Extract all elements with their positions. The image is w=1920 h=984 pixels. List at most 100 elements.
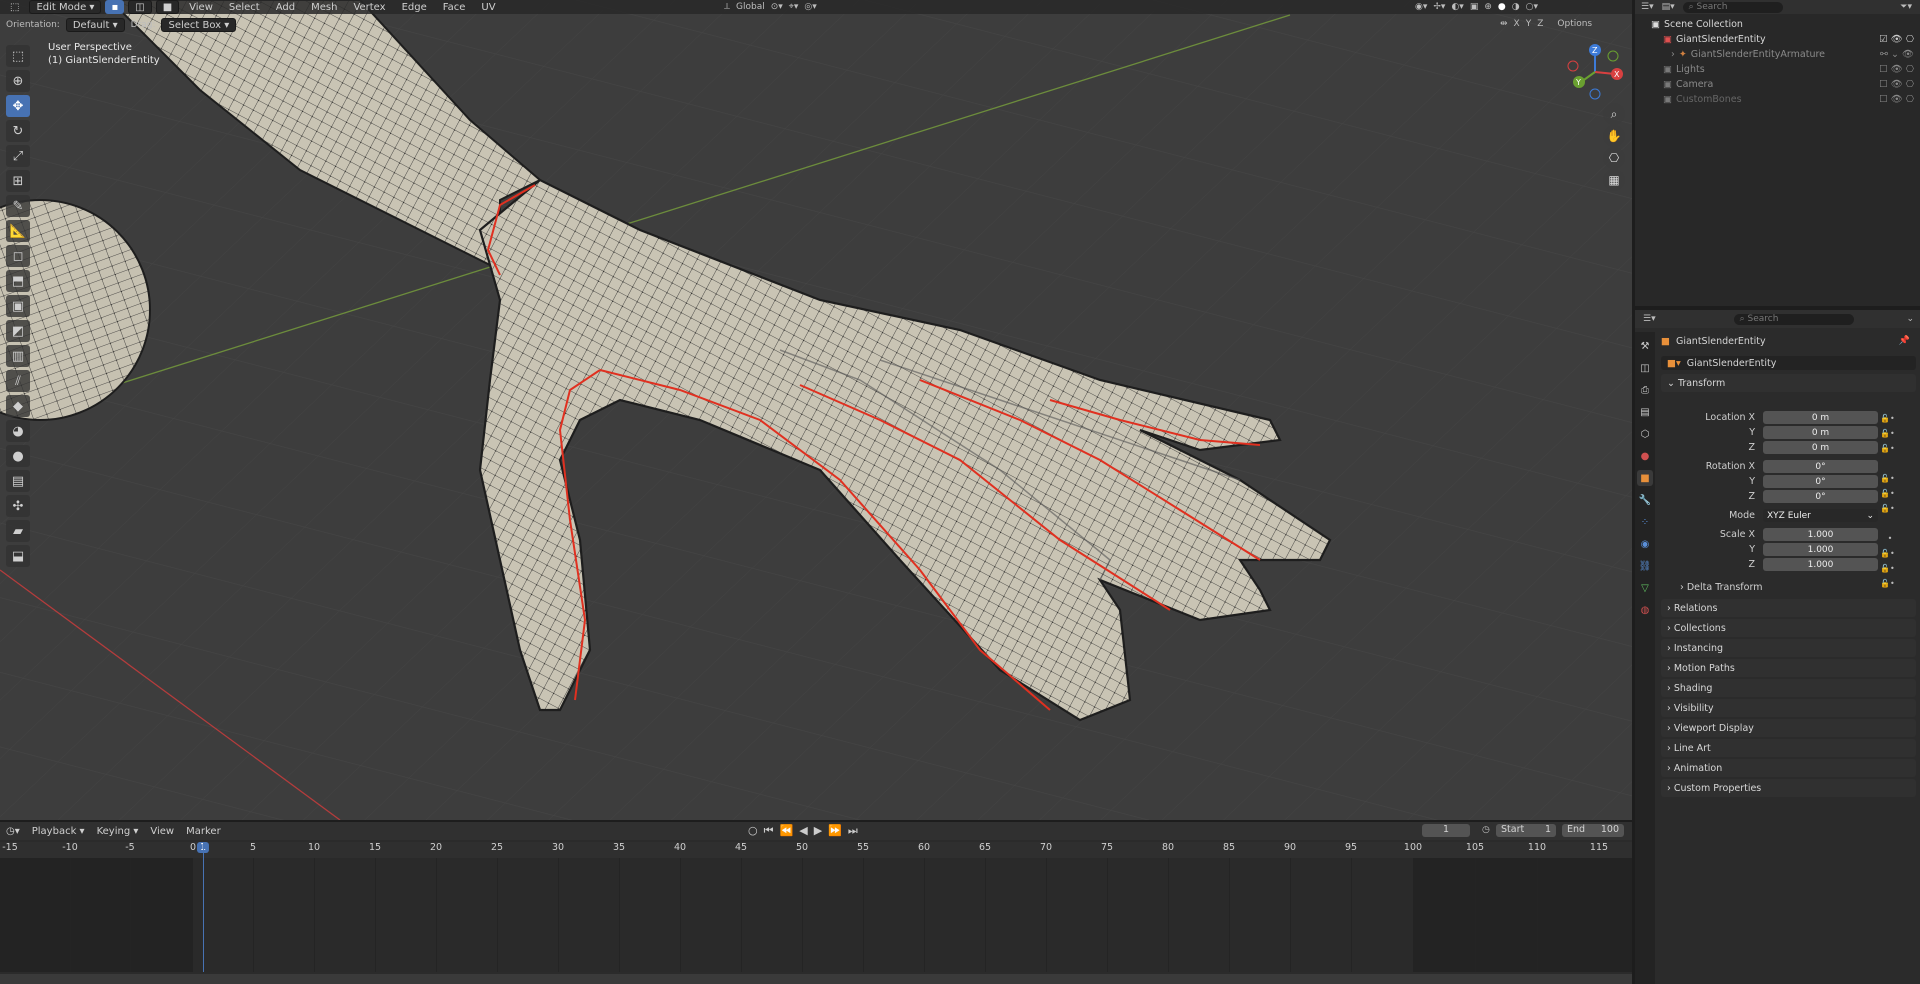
playhead-line[interactable] (203, 842, 204, 972)
outliner-row-custombones[interactable]: ▣ CustomBones ☐ 👁 ⎔ (1635, 92, 1920, 107)
menu-view[interactable]: View (183, 2, 219, 13)
scale-z-field[interactable]: 1.000 (1763, 558, 1878, 571)
view-layer-tab-icon[interactable]: ▤ (1637, 404, 1653, 420)
location-x-field[interactable]: 0 m (1763, 411, 1878, 424)
menu-marker[interactable]: Marker (180, 826, 227, 837)
material-tab-icon[interactable]: ◍ (1637, 602, 1653, 618)
menu-uv[interactable]: UV (475, 2, 501, 13)
knife-tool-icon[interactable]: ⫽ (6, 370, 30, 392)
zoom-icon[interactable]: ⌕ (1603, 103, 1625, 125)
auto-key-icon[interactable]: ○ (748, 824, 758, 838)
physics-tab-icon[interactable]: ◉ (1637, 536, 1653, 552)
lock-column[interactable]: 🔓• 🔓• 🔓• 🔓• 🔓• 🔓• • 🔓• 🔓• 🔓• (1880, 411, 1895, 591)
particles-tab-icon[interactable]: ⁘ (1637, 514, 1653, 530)
properties-options-icon[interactable]: ⌄ (1906, 314, 1914, 324)
menu-edge[interactable]: Edge (396, 2, 433, 13)
expand-arrow-icon[interactable]: › (1671, 49, 1675, 60)
menu-timeline-view[interactable]: View (144, 826, 180, 837)
ortho-toggle-icon[interactable]: ▦ (1603, 169, 1625, 191)
render-tab-icon[interactable]: ◫ (1637, 360, 1653, 376)
rotate-tool-icon[interactable]: ↻ (6, 120, 30, 142)
scene-tab-icon[interactable]: ⬡ (1637, 426, 1653, 442)
panel-collections[interactable]: › Collections (1661, 619, 1916, 637)
measure-tool-icon[interactable]: 📐 (6, 220, 30, 242)
camera-view-icon[interactable]: ⎔ (1603, 147, 1625, 169)
filter-icon[interactable]: ⏷▾ (1900, 2, 1912, 12)
options-button[interactable]: Options (1557, 19, 1592, 29)
row-visibility-icons[interactable]: ☐ 👁 ⎔ (1879, 79, 1914, 90)
outliner-row-lights[interactable]: ▣ Lights ☐ 👁 ⎔ (1635, 62, 1920, 77)
panel-instancing[interactable]: › Instancing (1661, 639, 1916, 657)
shading-material-icon[interactable]: ◑ (1512, 2, 1520, 12)
display-mode-icon[interactable]: ▤▾ (1662, 2, 1675, 12)
panel-relations[interactable]: › Relations (1661, 599, 1916, 617)
shear-tool-icon[interactable]: ▰ (6, 520, 30, 542)
menu-vertex[interactable]: Vertex (347, 2, 391, 13)
end-frame-field[interactable]: End 100 (1562, 824, 1624, 837)
transform-tool-icon[interactable]: ⊞ (6, 170, 30, 192)
panel-motion-paths[interactable]: › Motion Paths (1661, 659, 1916, 677)
add-cube-tool-icon[interactable]: ◻ (6, 245, 30, 267)
editor-type-icon[interactable]: ⬚ (4, 0, 25, 14)
panel-shading[interactable]: › Shading (1661, 679, 1916, 697)
xray-icon[interactable]: ▣ (1470, 2, 1479, 12)
visibility-icon[interactable]: ◉▾ (1415, 2, 1427, 12)
data-tab-icon[interactable]: ▽ (1637, 580, 1653, 596)
timeline-scrollbar[interactable] (0, 974, 1632, 984)
row-visibility-icons[interactable]: ☑ 👁 ⎔ (1879, 34, 1914, 45)
menu-mesh[interactable]: Mesh (305, 2, 343, 13)
drag-select[interactable]: Select Box ▾ (161, 18, 237, 32)
row-visibility-icons[interactable]: ☐ 👁 ⎔ (1879, 64, 1914, 75)
transform-panel-header[interactable]: ⌄ Transform (1661, 374, 1916, 392)
scale-tool-icon[interactable]: ⤢ (6, 145, 30, 167)
object-name-field[interactable]: ■▾ GiantSlenderEntity (1661, 356, 1916, 370)
properties-editor-icon[interactable]: ☰▾ (1643, 314, 1656, 324)
panel-viewport-display[interactable]: › Viewport Display (1661, 719, 1916, 737)
shading-solid-icon[interactable]: ● (1498, 2, 1506, 12)
modifiers-tab-icon[interactable]: 🔧 (1637, 492, 1653, 508)
select-box-tool-icon[interactable]: ⬚ (6, 45, 30, 67)
panel-line-art[interactable]: › Line Art (1661, 739, 1916, 757)
menu-playback[interactable]: Playback ▾ (26, 826, 91, 837)
navigation-gizmo[interactable]: Z Y X (1565, 42, 1632, 102)
rotation-z-field[interactable]: 0° (1763, 490, 1878, 503)
proportional-edit-icon[interactable]: ◎▾ (804, 2, 816, 12)
gizmo-toggle-icon[interactable]: ✢▾ (1433, 2, 1445, 12)
outliner-row-giantslenderentity[interactable]: ▣ GiantSlenderEntity ☑ 👁 ⎔ (1635, 32, 1920, 47)
loop-cut-tool-icon[interactable]: ▥ (6, 345, 30, 367)
world-tab-icon[interactable]: ● (1637, 448, 1653, 464)
mirror-z[interactable]: Z (1537, 19, 1543, 29)
move-tool-icon[interactable]: ✥ (6, 95, 30, 117)
shrink-fatten-tool-icon[interactable]: ✣ (6, 495, 30, 517)
timeline-editor-icon[interactable]: ◷▾ (0, 824, 26, 838)
row-visibility-icons[interactable]: ☐ 👁 ⎔ (1879, 94, 1914, 105)
pin-icon[interactable]: 📌 (1899, 336, 1910, 346)
rotation-y-field[interactable]: 0° (1763, 475, 1878, 488)
play-reverse-icon[interactable]: ◀ (799, 824, 807, 838)
tool-tab-icon[interactable]: ⚒ (1637, 338, 1653, 354)
rip-region-tool-icon[interactable]: ⬓ (6, 545, 30, 567)
smooth-tool-icon[interactable]: ● (6, 445, 30, 467)
timeline-ruler[interactable]: -15 -10 -5 0 1 5 10 15 20 25 30 35 40 45… (0, 842, 1632, 858)
face-select-icon[interactable]: ■ (155, 0, 180, 14)
scale-x-field[interactable]: 1.000 (1763, 528, 1878, 541)
spin-tool-icon[interactable]: ◕ (6, 420, 30, 442)
mirror-x[interactable]: X (1514, 19, 1520, 29)
edge-slide-tool-icon[interactable]: ▤ (6, 470, 30, 492)
location-z-field[interactable]: 0 m (1763, 441, 1878, 454)
bevel-tool-icon[interactable]: ◩ (6, 320, 30, 342)
jump-end-icon[interactable]: ⏭ (848, 824, 858, 838)
current-frame-field[interactable]: 1 (1422, 824, 1470, 837)
snap-icon[interactable]: ⌖▾ (789, 2, 799, 12)
properties-search-input[interactable]: ⌕ Search (1733, 313, 1854, 325)
object-tab-icon[interactable]: ■ (1637, 470, 1653, 486)
menu-keying[interactable]: Keying ▾ (91, 826, 145, 837)
constraints-tab-icon[interactable]: ⛓ (1637, 558, 1653, 574)
outliner-editor-icon[interactable]: ☰▾ (1641, 2, 1654, 12)
menu-add[interactable]: Add (270, 2, 301, 13)
output-tab-icon[interactable]: ⎙ (1637, 382, 1653, 398)
pan-hand-icon[interactable]: ✋ (1603, 125, 1625, 147)
shading-rendered-icon[interactable]: ○▾ (1526, 2, 1538, 12)
orientation-select[interactable]: Default ▾ (65, 18, 125, 32)
location-y-field[interactable]: 0 m (1763, 426, 1878, 439)
